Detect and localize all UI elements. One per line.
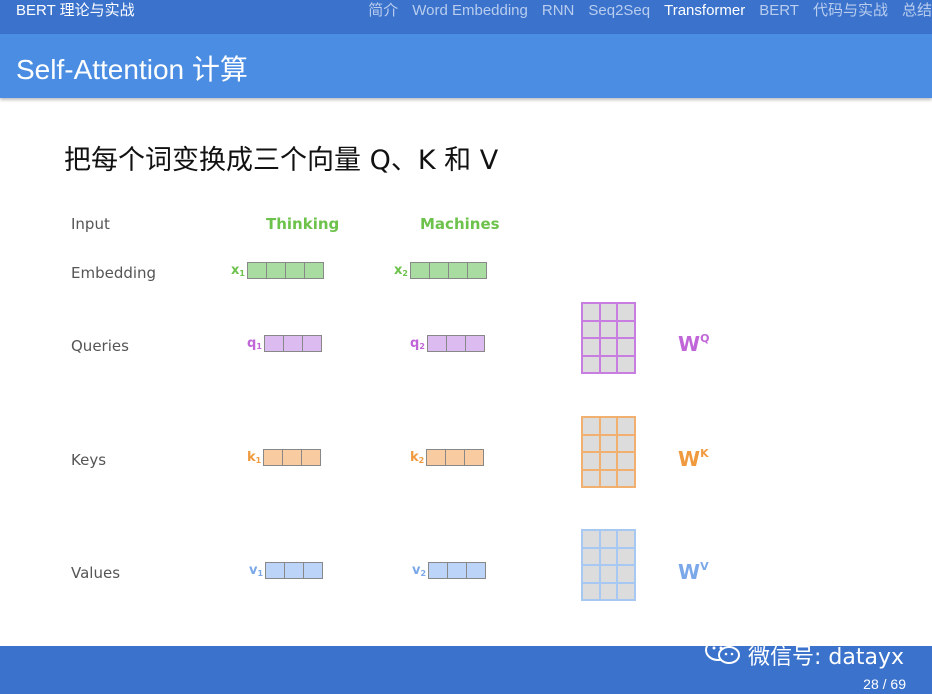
nav-item-intro[interactable]: 简介 [368, 0, 398, 22]
value-weight-label: WV [678, 560, 709, 584]
vector-label: q1 [247, 336, 262, 351]
vector-cells [265, 562, 324, 579]
embedding-vector-x2: x2 [394, 262, 487, 279]
slide-title: Self-Attention 计算 [16, 54, 248, 85]
wechat-icon [704, 638, 742, 672]
key-weight-matrix [581, 416, 636, 488]
section-nav: 简介 Word Embedding RNN Seq2Seq Transforme… [368, 0, 932, 22]
key-vector-k2: k2 [410, 449, 485, 466]
watermark-text: 微信号: datayx [748, 645, 904, 670]
vector-cells [426, 335, 485, 352]
nav-item-bert[interactable]: BERT [759, 0, 799, 22]
vector-label: v2 [412, 563, 427, 578]
value-vector-v1: v1 [249, 562, 324, 579]
vector-cells [428, 562, 487, 579]
presentation-title[interactable]: BERT 理论与实战 [16, 0, 135, 22]
value-vector-v2: v2 [412, 562, 487, 579]
row-label-values: Values [71, 564, 121, 582]
vector-label: q2 [410, 336, 425, 351]
vector-label: x1 [231, 263, 245, 278]
word-machines: Machines [420, 215, 500, 233]
vector-cells [263, 449, 322, 466]
nav-item-word-embedding[interactable]: Word Embedding [412, 0, 528, 22]
row-label-keys: Keys [71, 451, 107, 469]
nav-item-summary[interactable]: 总结 [902, 0, 932, 22]
query-weight-matrix [581, 302, 636, 374]
top-nav-bar: BERT 理论与实战 简介 Word Embedding RNN Seq2Seq… [0, 0, 932, 34]
value-weight-matrix [581, 529, 636, 601]
nav-item-transformer[interactable]: Transformer [664, 0, 745, 22]
vector-label: x2 [394, 263, 408, 278]
key-vector-k1: k1 [247, 449, 322, 466]
query-weight-label: WQ [678, 332, 710, 356]
slide-title-bar: Self-Attention 计算 [0, 34, 932, 98]
vector-label: k1 [247, 450, 262, 465]
query-vector-q2: q2 [410, 335, 485, 352]
vector-label: v1 [249, 563, 264, 578]
row-label-queries: Queries [71, 337, 129, 355]
nav-item-seq2seq[interactable]: Seq2Seq [588, 0, 650, 22]
page-number: 28 / 69 [863, 676, 906, 692]
query-vector-q1: q1 [247, 335, 322, 352]
row-label-embedding: Embedding [71, 264, 157, 282]
nav-item-code-practice[interactable]: 代码与实战 [813, 0, 888, 22]
word-thinking: Thinking [266, 215, 340, 233]
row-label-input: Input [71, 215, 110, 233]
key-weight-label: WK [678, 447, 709, 471]
wechat-watermark: 微信号: datayx [704, 638, 904, 672]
vector-cells [263, 335, 322, 352]
vector-label: k2 [410, 450, 425, 465]
nav-item-rnn[interactable]: RNN [542, 0, 575, 22]
vector-cells [246, 262, 324, 279]
slide-heading: 把每个词变换成三个向量 Q、K 和 V [64, 145, 499, 176]
vector-cells [409, 262, 487, 279]
vector-cells [426, 449, 485, 466]
embedding-vector-x1: x1 [231, 262, 324, 279]
